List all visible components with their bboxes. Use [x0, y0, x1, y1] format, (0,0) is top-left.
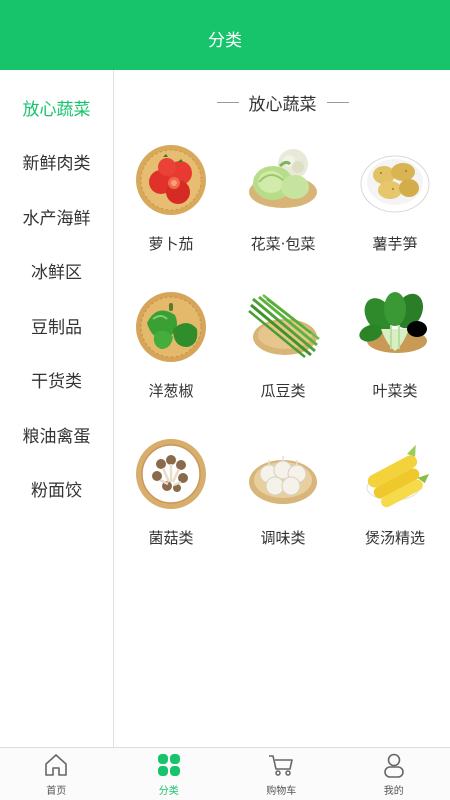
- section-divider-left: [216, 101, 239, 103]
- user-icon: [383, 753, 404, 778]
- subcategory-radish-eggplant[interactable]: 萝卜茄: [115, 142, 227, 277]
- home-icon: [45, 754, 68, 776]
- subcategory-label: 洋葱椒: [148, 382, 194, 400]
- sidebar-item-meat[interactable]: 新鲜肉类: [0, 135, 113, 190]
- tab-cart[interactable]: 购物车: [225, 748, 338, 800]
- subcategory-label: 菌菇类: [148, 529, 194, 547]
- category-sidebar: 放心蔬菜 新鲜肉类 水产海鲜 冰鲜区 豆制品 干货类 粮油禽蛋 粉面饺: [0, 70, 114, 747]
- subcategory-melons-beans[interactable]: 瓜豆类: [227, 289, 339, 424]
- sidebar-item-dried-goods[interactable]: 干货类: [0, 353, 113, 408]
- leafy-greens-image: [359, 292, 427, 353]
- tab-label: 购物车: [266, 786, 297, 797]
- cart-icon: [269, 755, 294, 776]
- tab-home[interactable]: 首页: [0, 748, 113, 800]
- top-bar: 分类: [0, 0, 450, 70]
- tab-profile[interactable]: 我的: [338, 748, 450, 800]
- sidebar-item-grain-oil-eggs[interactable]: 粮油禽蛋: [0, 407, 113, 462]
- corn-image: [366, 444, 429, 508]
- section-title: 放心蔬菜: [248, 94, 317, 115]
- sidebar-item-seafood[interactable]: 水产海鲜: [0, 189, 113, 244]
- tab-label: 首页: [46, 786, 67, 797]
- subcategory-seasonings[interactable]: 调味类: [227, 436, 339, 571]
- category-content: 放心蔬菜 萝卜茄 花菜·包菜 薯芋笋 洋葱椒 瓜豆类 叶菜类 菌菇类 调味类 煲…: [115, 70, 450, 747]
- page-title: 分类: [208, 30, 242, 51]
- subcategory-cauliflower-cabbage[interactable]: 花菜·包菜: [227, 142, 339, 277]
- potato-image: [360, 155, 430, 213]
- subcategory-mushrooms[interactable]: 菌菇类: [115, 436, 227, 571]
- subcategory-leafy-greens[interactable]: 叶菜类: [339, 289, 450, 424]
- sidebar-item-noodles-dumplings[interactable]: 粉面饺: [0, 462, 113, 517]
- subcategory-tubers-shoots[interactable]: 薯芋笋: [339, 142, 450, 277]
- subcategory-soup-selection[interactable]: 煲汤精选: [339, 436, 450, 571]
- subcategory-label: 花菜·包菜: [250, 235, 316, 253]
- category-icon: [157, 754, 180, 776]
- tab-category[interactable]: 分类: [113, 748, 226, 800]
- mushroom-image: [136, 439, 206, 509]
- bottom-tab-bar: 首页 分类 购物车 我的: [0, 747, 450, 800]
- pepper-image: [136, 292, 206, 362]
- sidebar-item-tofu[interactable]: 豆制品: [0, 298, 113, 353]
- subcategory-label: 煲汤精选: [364, 529, 425, 547]
- tab-label: 我的: [383, 786, 404, 797]
- subcategory-label: 瓜豆类: [260, 382, 306, 400]
- tomato-image: [136, 145, 206, 215]
- subcategory-label: 叶菜类: [372, 382, 418, 400]
- subcategory-onion-pepper[interactable]: 洋葱椒: [115, 289, 227, 424]
- sidebar-item-vegetables[interactable]: 放心蔬菜: [0, 80, 113, 135]
- section-header: 放心蔬菜: [115, 90, 450, 115]
- cabbage-image: [249, 149, 317, 208]
- app-screen: 分类 放心蔬菜 新鲜肉类 水产海鲜 冰鲜区 豆制品 干货类 粮油禽蛋 粉面饺 放…: [0, 0, 450, 800]
- subcategory-label: 萝卜茄: [148, 235, 194, 253]
- tab-label: 分类: [158, 786, 179, 797]
- section-divider-right: [326, 101, 349, 103]
- subcategory-label: 调味类: [260, 529, 306, 547]
- beans-image: [248, 294, 320, 358]
- sidebar-item-frozen[interactable]: 冰鲜区: [0, 244, 113, 299]
- subcategory-label: 薯芋笋: [372, 235, 418, 253]
- garlic-image: [249, 456, 317, 504]
